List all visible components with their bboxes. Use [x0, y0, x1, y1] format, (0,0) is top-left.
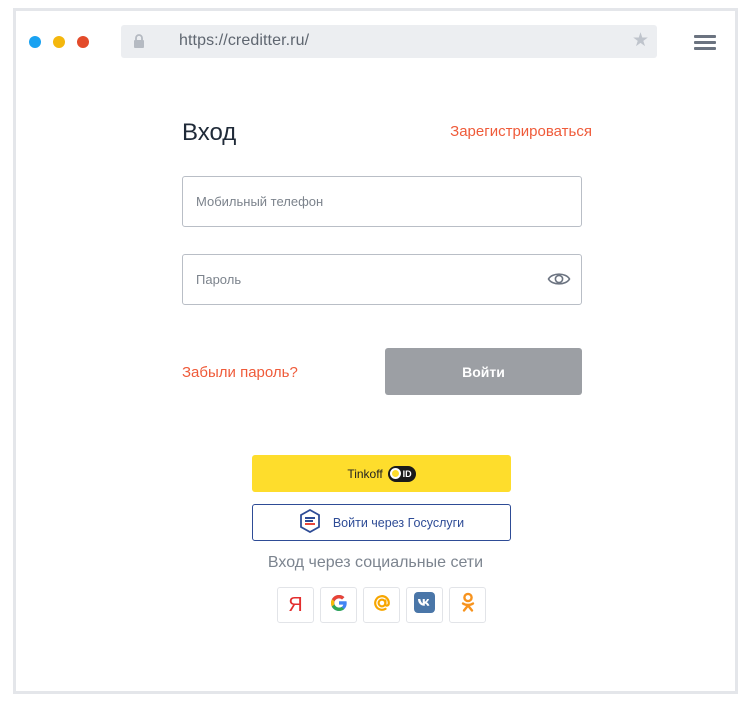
yandex-icon: Я [288, 593, 303, 616]
window-dot-blue [29, 36, 41, 48]
yandex-button[interactable]: Я [277, 587, 314, 623]
vk-icon [414, 592, 435, 618]
register-link[interactable]: Зарегистрироваться [450, 123, 592, 140]
tinkoff-id-button[interactable]: Tinkoff ID [252, 455, 511, 492]
google-button[interactable] [320, 587, 357, 623]
tinkoff-id-text: ID [402, 468, 412, 479]
address-bar[interactable]: https://creditter.ru/ ★ [121, 25, 657, 58]
social-buttons: Я [277, 587, 486, 623]
odnoklassniki-button[interactable] [449, 587, 486, 623]
social-caption: Вход через социальные сети [267, 554, 484, 571]
tinkoff-logo-icon [389, 468, 401, 479]
lock-icon [133, 34, 145, 53]
forgot-password-link[interactable]: Забыли пароль? [182, 364, 298, 381]
gosuslugi-label: Войти через Госуслуги [332, 515, 465, 530]
mailru-icon [372, 593, 392, 618]
address-url: https://creditter.ru/ [179, 32, 310, 49]
tinkoff-id-badge: ID [387, 465, 416, 482]
google-icon [329, 593, 349, 618]
login-button[interactable]: Войти [385, 348, 582, 395]
phone-input[interactable] [196, 177, 536, 226]
gosuslugi-button[interactable]: Войти через Госуслуги [252, 504, 511, 541]
password-field-wrapper [182, 254, 582, 305]
mailru-button[interactable] [363, 587, 400, 623]
browser-window: https://creditter.ru/ ★ Вход Зарегистрир… [13, 8, 738, 694]
browser-toolbar: https://creditter.ru/ ★ [16, 11, 735, 77]
page-title: Вход [182, 119, 237, 146]
tinkoff-label: Tinkoff [347, 466, 383, 481]
hamburger-menu-icon[interactable] [694, 35, 716, 51]
odnoklassniki-icon [460, 592, 476, 619]
gosuslugi-logo-icon [299, 508, 321, 536]
vk-button[interactable] [406, 587, 443, 623]
password-input[interactable] [196, 255, 536, 304]
window-dot-red [77, 36, 89, 48]
star-icon[interactable]: ★ [632, 30, 649, 52]
phone-field-wrapper [182, 176, 582, 227]
eye-icon[interactable] [547, 269, 571, 294]
window-dot-yellow [53, 36, 65, 48]
